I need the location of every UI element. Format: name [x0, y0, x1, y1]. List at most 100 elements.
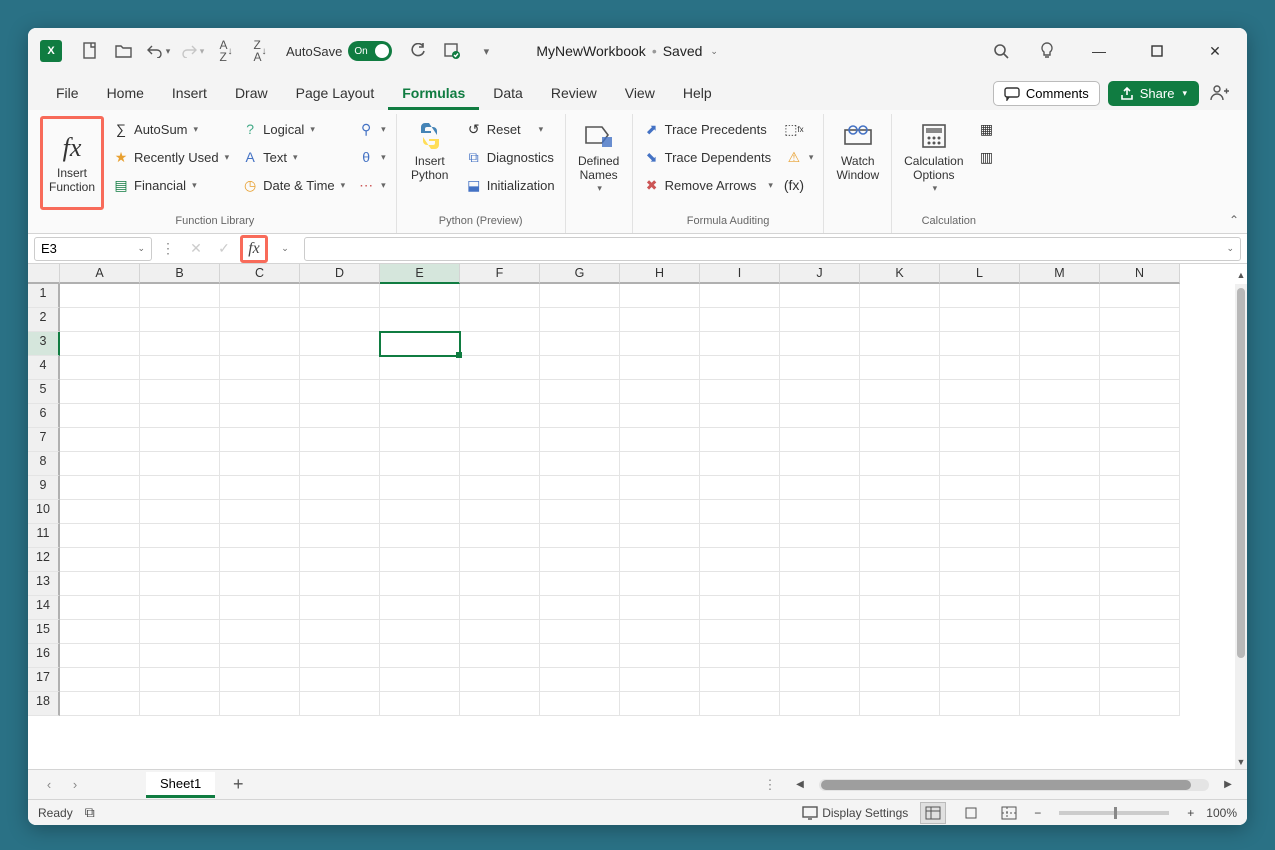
cell-E11[interactable]	[380, 524, 460, 548]
cell-J9[interactable]	[780, 476, 860, 500]
cell-M1[interactable]	[1020, 284, 1100, 308]
cell-H12[interactable]	[620, 548, 700, 572]
cell-M5[interactable]	[1020, 380, 1100, 404]
cell-N11[interactable]	[1100, 524, 1180, 548]
cell-D7[interactable]	[300, 428, 380, 452]
cell-I6[interactable]	[700, 404, 780, 428]
cell-M13[interactable]	[1020, 572, 1100, 596]
cell-E5[interactable]	[380, 380, 460, 404]
cell-K11[interactable]	[860, 524, 940, 548]
cell-K17[interactable]	[860, 668, 940, 692]
date-time-button[interactable]: ◷Date & Time▾	[237, 172, 349, 198]
cell-L15[interactable]	[940, 620, 1020, 644]
cell-C15[interactable]	[220, 620, 300, 644]
cell-J17[interactable]	[780, 668, 860, 692]
cell-G4[interactable]	[540, 356, 620, 380]
cell-E1[interactable]	[380, 284, 460, 308]
cell-N9[interactable]	[1100, 476, 1180, 500]
cell-B13[interactable]	[140, 572, 220, 596]
cell-E17[interactable]	[380, 668, 460, 692]
cell-M8[interactable]	[1020, 452, 1100, 476]
cell-G9[interactable]	[540, 476, 620, 500]
cell-I13[interactable]	[700, 572, 780, 596]
cell-K8[interactable]	[860, 452, 940, 476]
cell-N1[interactable]	[1100, 284, 1180, 308]
trace-precedents-button[interactable]: ⬈Trace Precedents	[639, 116, 777, 142]
cell-F10[interactable]	[460, 500, 540, 524]
cell-G7[interactable]	[540, 428, 620, 452]
cell-N8[interactable]	[1100, 452, 1180, 476]
cell-J2[interactable]	[780, 308, 860, 332]
cell-F7[interactable]	[460, 428, 540, 452]
tab-help[interactable]: Help	[669, 77, 726, 110]
expand-formula-bar-icon[interactable]: ⌄	[1226, 243, 1234, 254]
cell-G6[interactable]	[540, 404, 620, 428]
cell-A4[interactable]	[60, 356, 140, 380]
cell-F11[interactable]	[460, 524, 540, 548]
cell-I15[interactable]	[700, 620, 780, 644]
cell-C17[interactable]	[220, 668, 300, 692]
lightbulb-icon[interactable]	[1033, 37, 1061, 65]
cell-J15[interactable]	[780, 620, 860, 644]
cell-M9[interactable]	[1020, 476, 1100, 500]
cell-F9[interactable]	[460, 476, 540, 500]
cell-D5[interactable]	[300, 380, 380, 404]
cell-H10[interactable]	[620, 500, 700, 524]
cell-J12[interactable]	[780, 548, 860, 572]
cell-M14[interactable]	[1020, 596, 1100, 620]
cell-A6[interactable]	[60, 404, 140, 428]
sheet-nav-next[interactable]: ›	[64, 774, 86, 796]
formula-options-icon[interactable]: ⋮	[156, 237, 180, 261]
qat-overflow-icon[interactable]: ▾	[472, 37, 500, 65]
cell-A10[interactable]	[60, 500, 140, 524]
cell-M11[interactable]	[1020, 524, 1100, 548]
cell-D16[interactable]	[300, 644, 380, 668]
cell-N2[interactable]	[1100, 308, 1180, 332]
cell-K12[interactable]	[860, 548, 940, 572]
view-page-layout-button[interactable]	[958, 802, 984, 824]
cell-G10[interactable]	[540, 500, 620, 524]
cell-C7[interactable]	[220, 428, 300, 452]
cell-A15[interactable]	[60, 620, 140, 644]
cell-B18[interactable]	[140, 692, 220, 716]
cell-L3[interactable]	[940, 332, 1020, 356]
cell-K7[interactable]	[860, 428, 940, 452]
redo-icon[interactable]: ▾	[178, 37, 206, 65]
cell-F6[interactable]	[460, 404, 540, 428]
cell-D9[interactable]	[300, 476, 380, 500]
cell-J6[interactable]	[780, 404, 860, 428]
cell-L16[interactable]	[940, 644, 1020, 668]
cell-H18[interactable]	[620, 692, 700, 716]
tab-data[interactable]: Data	[479, 77, 537, 110]
cell-C12[interactable]	[220, 548, 300, 572]
col-header-F[interactable]: F	[460, 264, 540, 284]
cell-F13[interactable]	[460, 572, 540, 596]
cell-B2[interactable]	[140, 308, 220, 332]
lookup-button[interactable]: ⚲▾	[353, 116, 390, 142]
cell-D1[interactable]	[300, 284, 380, 308]
cell-H8[interactable]	[620, 452, 700, 476]
cell-H3[interactable]	[620, 332, 700, 356]
cell-M12[interactable]	[1020, 548, 1100, 572]
recently-used-button[interactable]: ★Recently Used▾	[108, 144, 233, 170]
cell-L12[interactable]	[940, 548, 1020, 572]
cell-C9[interactable]	[220, 476, 300, 500]
cell-J1[interactable]	[780, 284, 860, 308]
cell-L2[interactable]	[940, 308, 1020, 332]
cell-J3[interactable]	[780, 332, 860, 356]
cell-E8[interactable]	[380, 452, 460, 476]
cell-H17[interactable]	[620, 668, 700, 692]
row-header-17[interactable]: 17	[28, 668, 60, 692]
zoom-out-button[interactable]: −	[1034, 806, 1041, 820]
cell-F5[interactable]	[460, 380, 540, 404]
cell-I10[interactable]	[700, 500, 780, 524]
window-maximize[interactable]	[1137, 36, 1177, 66]
cell-F16[interactable]	[460, 644, 540, 668]
watch-window-button[interactable]: Watch Window	[830, 116, 885, 187]
cell-E18[interactable]	[380, 692, 460, 716]
cell-K2[interactable]	[860, 308, 940, 332]
row-header-12[interactable]: 12	[28, 548, 60, 572]
cell-I9[interactable]	[700, 476, 780, 500]
cell-N5[interactable]	[1100, 380, 1180, 404]
cell-B15[interactable]	[140, 620, 220, 644]
